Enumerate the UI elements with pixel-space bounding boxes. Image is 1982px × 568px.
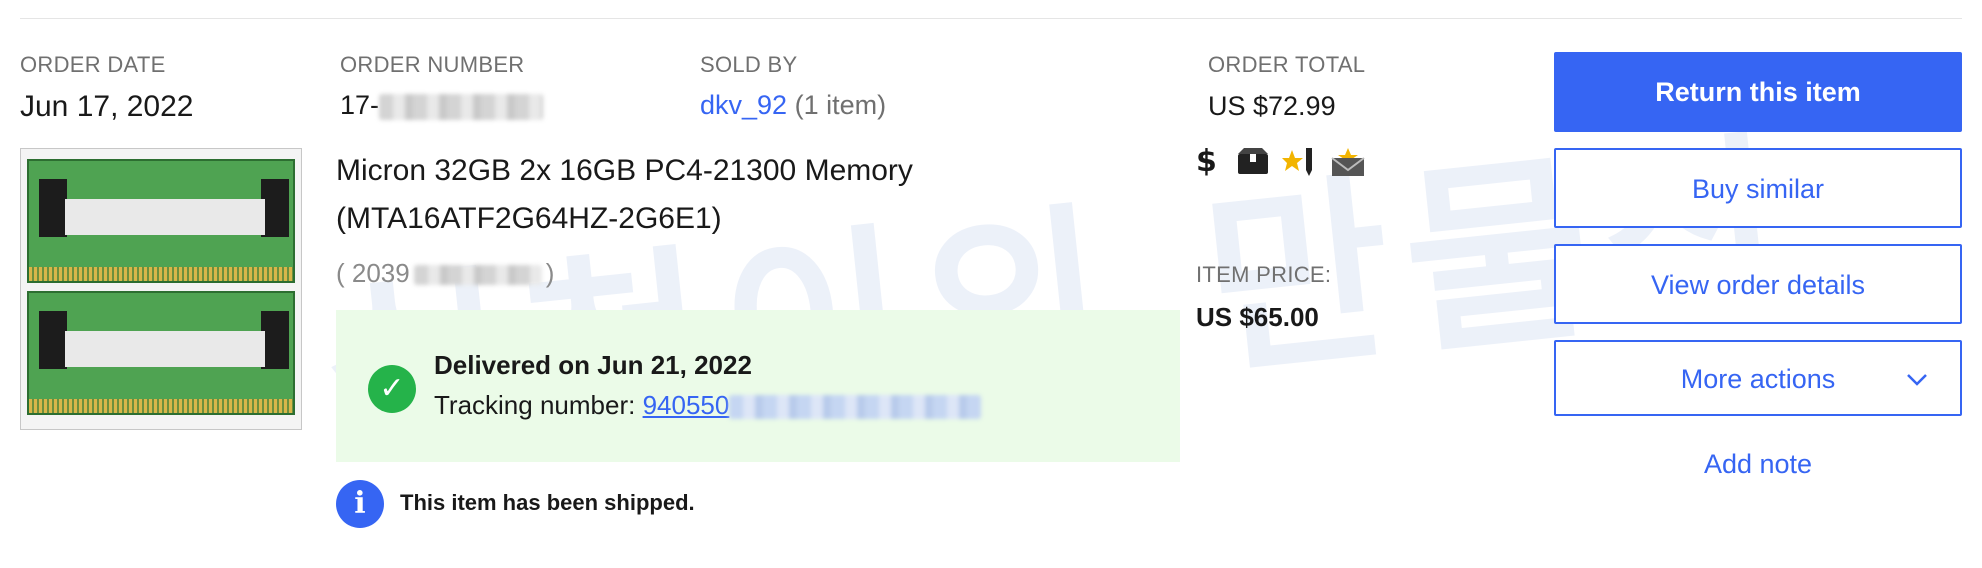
- item-price-label: ITEM PRICE:: [1196, 262, 1332, 287]
- delivery-status-panel: ✓ Delivered on Jun 21, 2022 Tracking num…: [336, 310, 1180, 462]
- order-number-redacted: [379, 93, 544, 120]
- item-id-redacted: [413, 265, 542, 286]
- seller-link[interactable]: dkv_92: [700, 90, 787, 120]
- order-date-value: Jun 17, 2022: [20, 90, 194, 123]
- tracking-number-redacted: [729, 395, 982, 420]
- order-number-label: ORDER NUMBER: [340, 52, 525, 77]
- item-id: ( 2039): [336, 258, 554, 289]
- tracking-row: Tracking number: 940550: [434, 390, 982, 421]
- item-thumbnail[interactable]: [20, 148, 302, 430]
- dollar-icon: $: [1196, 144, 1217, 179]
- view-order-details-button[interactable]: View order details: [1554, 244, 1962, 324]
- checkmark-icon: ✓: [368, 365, 416, 413]
- tracking-number-link[interactable]: 940550: [643, 390, 982, 420]
- buy-similar-button[interactable]: Buy similar: [1554, 148, 1962, 228]
- star-feedback-icon: [1282, 146, 1316, 186]
- package-icon: [1236, 146, 1270, 184]
- add-note-link[interactable]: Add note: [1554, 444, 1962, 484]
- item-title-line2[interactable]: (MTA16ATF2G64HZ-2G6E1): [336, 202, 722, 236]
- sold-by-label: SOLD BY: [700, 52, 798, 77]
- top-divider: [20, 18, 1962, 19]
- more-actions-dropdown[interactable]: More actions: [1554, 340, 1962, 416]
- mail-icon: [1330, 146, 1366, 186]
- ram-stick-image: [27, 291, 295, 415]
- order-total-label: ORDER TOTAL: [1208, 52, 1366, 77]
- shipped-notice: This item has been shipped.: [400, 490, 695, 515]
- item-id-open: ( 2039: [336, 258, 410, 288]
- item-id-close: ): [545, 258, 555, 288]
- item-price-value: US $65.00: [1196, 302, 1319, 332]
- chevron-down-icon: [1906, 342, 1928, 416]
- item-title-line1[interactable]: Micron 32GB 2x 16GB PC4-21300 Memory: [336, 154, 913, 188]
- more-actions-label: More actions: [1680, 364, 1836, 394]
- order-number-prefix: 17-: [340, 90, 380, 120]
- seller-item-count: (1 item): [794, 90, 887, 120]
- return-item-button[interactable]: Return this item: [1554, 52, 1962, 132]
- order-total-value: US $72.99: [1208, 91, 1336, 121]
- tracking-label: Tracking number:: [434, 390, 636, 420]
- info-icon: i: [336, 480, 384, 528]
- order-date-label: ORDER DATE: [20, 52, 166, 77]
- order-number-value: 17-: [340, 90, 544, 121]
- sold-by-value: dkv_92 (1 item): [700, 90, 886, 121]
- ram-stick-image: [27, 159, 295, 283]
- delivery-status: Delivered on Jun 21, 2022: [434, 350, 752, 380]
